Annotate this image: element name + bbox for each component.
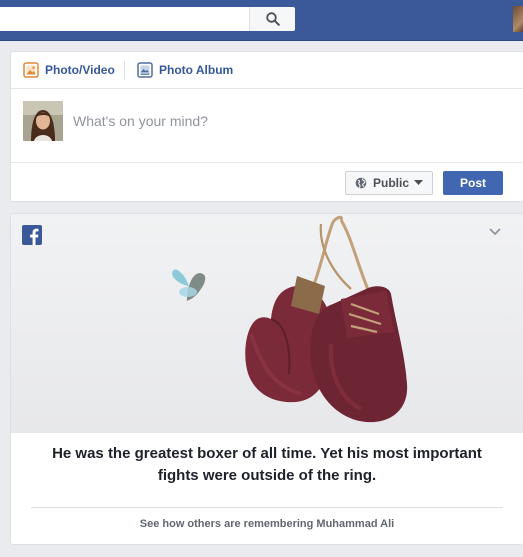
search-button[interactable]: [249, 7, 295, 31]
composer-footer: Public Post: [11, 162, 523, 202]
photo-icon: [23, 62, 39, 78]
profile-avatar[interactable]: [513, 6, 523, 32]
card-headline: He was the greatest boxer of all time. Y…: [52, 445, 482, 484]
album-icon: [137, 62, 153, 78]
tab-photo-video-label: Photo/Video: [45, 63, 115, 77]
status-input[interactable]: [73, 110, 493, 132]
caret-down-icon: [414, 180, 424, 186]
tab-photo-video[interactable]: Photo/Video: [23, 61, 115, 79]
user-avatar[interactable]: [23, 101, 63, 141]
tab-divider: [124, 61, 125, 80]
hero-image: [11, 214, 523, 433]
facebook-logo-icon: [22, 225, 42, 245]
post-composer: Photo/Video Photo Album What's on your m…: [10, 51, 523, 202]
search-icon: [265, 12, 280, 26]
card-divider: [31, 507, 503, 508]
privacy-label: Public: [373, 176, 410, 190]
chevron-down-icon: [489, 228, 501, 236]
post-button[interactable]: Post: [443, 171, 503, 195]
privacy-selector[interactable]: Public: [345, 171, 433, 195]
search-input[interactable]: [0, 7, 249, 31]
composer-tabs: Photo/Video Photo Album: [11, 52, 523, 89]
card-options-button[interactable]: [487, 224, 503, 240]
tab-photo-album-label: Photo Album: [159, 63, 234, 77]
remembrance-card: He was the greatest boxer of all time. Y…: [10, 213, 523, 545]
tab-photo-album[interactable]: Photo Album: [137, 61, 233, 79]
boxing-gloves-illustration: [172, 215, 408, 423]
see-others-link[interactable]: See how others are remembering Muhammad …: [31, 518, 503, 530]
globe-icon: [355, 177, 367, 189]
top-bar: [0, 0, 523, 41]
